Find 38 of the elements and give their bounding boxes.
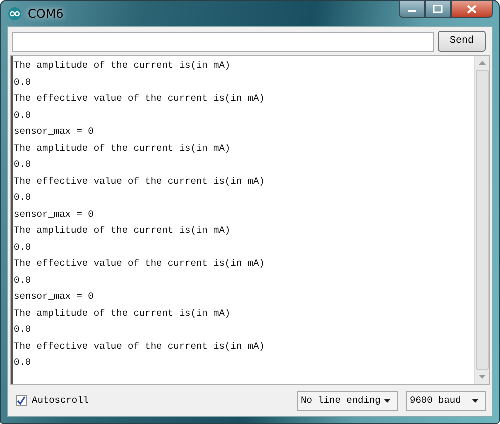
output-line: 0.0 bbox=[14, 274, 32, 288]
scrollbar[interactable] bbox=[474, 56, 489, 384]
dropdown-caret-icon bbox=[472, 398, 479, 402]
output-line: 0.0 bbox=[14, 356, 32, 370]
output-line: 0.0 bbox=[14, 323, 32, 337]
output-line: 0.0 bbox=[14, 158, 32, 172]
baud-rate-dropdown[interactable]: 9600 baud bbox=[406, 390, 486, 410]
output-line: 0.0 bbox=[14, 240, 32, 254]
output-line: sensor_max = 0 bbox=[14, 290, 95, 304]
minimize-button[interactable] bbox=[399, 0, 425, 18]
scrollbar-thumb[interactable] bbox=[476, 70, 488, 370]
output-line: The effective value of the current is(in mA) bbox=[14, 92, 266, 106]
output-line: The effective value of the current is(in mA) bbox=[14, 340, 266, 354]
output-line: The effective value of the current is(in mA) bbox=[14, 257, 266, 271]
send-button[interactable]: Send bbox=[438, 31, 486, 52]
line-ending-dropdown[interactable]: No line ending bbox=[297, 390, 398, 410]
window-title: COM6 bbox=[28, 6, 64, 20]
output-line: 0.0 bbox=[14, 108, 32, 122]
output-line: The amplitude of the current is(in mA) bbox=[14, 306, 232, 320]
app-logo-icon bbox=[8, 6, 22, 20]
output-line: The amplitude of the current is(in mA) bbox=[14, 142, 232, 156]
output-line: sensor_max = 0 bbox=[14, 125, 95, 139]
dropdown-caret-icon bbox=[384, 398, 391, 402]
output-line: The amplitude of the current is(in mA) bbox=[14, 59, 232, 73]
scroll-down-icon[interactable] bbox=[478, 375, 486, 379]
output-line: The effective value of the current is(in mA) bbox=[14, 174, 266, 188]
output-line: 0.0 bbox=[14, 191, 32, 205]
output-line: 0.0 bbox=[14, 76, 32, 90]
close-icon bbox=[467, 4, 477, 14]
output-line: The amplitude of the current is(in mA) bbox=[14, 224, 232, 238]
autoscroll-checkbox[interactable] bbox=[16, 395, 27, 406]
output-line: sensor_max = 0 bbox=[14, 208, 95, 222]
maximize-icon bbox=[433, 5, 443, 13]
scroll-up-icon[interactable] bbox=[478, 61, 486, 65]
autoscroll-label: Autoscroll bbox=[32, 395, 90, 406]
close-button[interactable] bbox=[451, 0, 493, 18]
maximize-button[interactable] bbox=[425, 0, 451, 18]
input-field[interactable] bbox=[12, 32, 434, 52]
